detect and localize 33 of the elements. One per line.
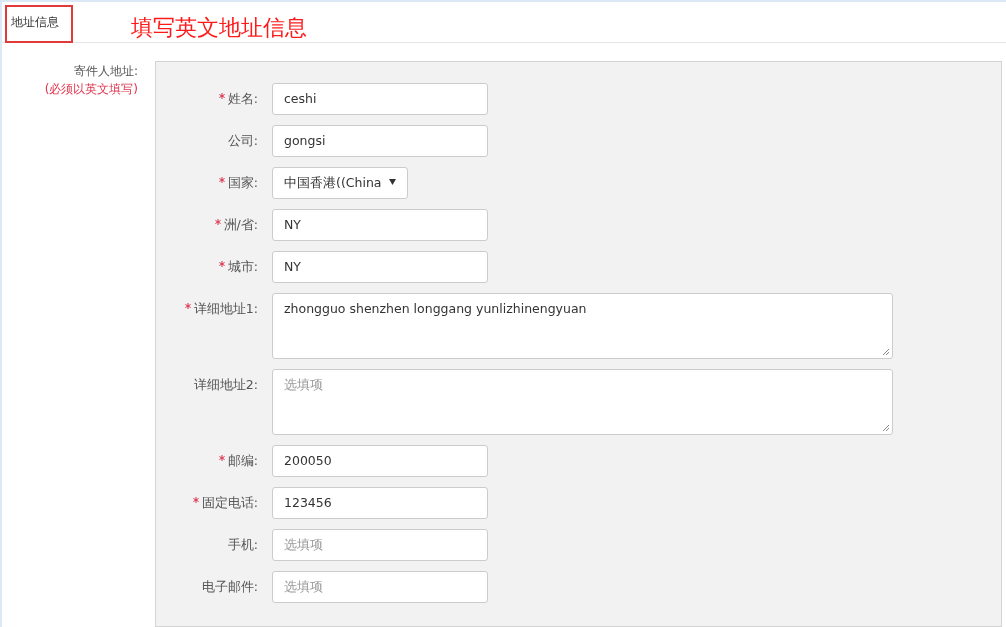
input-field[interactable]: 200050: [272, 445, 488, 477]
required-asterisk-icon: [218, 261, 225, 267]
field-label: 公司:: [226, 132, 258, 150]
required-asterisk-icon: [218, 93, 225, 99]
required-asterisk-icon: [192, 497, 199, 503]
textarea-field[interactable]: zhongguo shenzhen longgang yunlizhinengyuan: [272, 293, 893, 359]
field-label: 电子邮件:: [200, 578, 258, 596]
field-label: 洲/省:: [156, 209, 258, 234]
input-field[interactable]: NY: [272, 209, 488, 241]
field-label: 城市:: [156, 251, 258, 276]
field-label: 详细地址1:: [156, 293, 258, 318]
input-field[interactable]: NY: [272, 251, 488, 283]
english-note: (必须以英文填写): [44, 81, 138, 98]
required-asterisk-icon: [218, 177, 225, 183]
resize-handle-icon[interactable]: [882, 424, 890, 432]
field-label: 姓名:: [156, 83, 258, 108]
field-label: 国家:: [156, 167, 258, 192]
field-label: 详细地址2:: [192, 376, 258, 394]
country-select[interactable]: 中国香港((China: [272, 167, 409, 199]
required-asterisk-icon: [184, 303, 191, 309]
field-label: 固定电话:: [156, 487, 258, 512]
input-field[interactable]: 123456: [272, 487, 488, 519]
resize-handle-icon[interactable]: [882, 348, 890, 356]
required-asterisk-icon: [214, 219, 221, 225]
required-asterisk-icon: [218, 455, 225, 461]
field-label: 邮编:: [156, 445, 258, 470]
input-field[interactable]: ceshi: [272, 83, 488, 115]
dropdown-caret-icon: [389, 179, 397, 185]
field-label: 手机:: [226, 536, 258, 554]
section-title: 地址信息: [5, 5, 73, 43]
annotation-text: 填写英文地址信息: [131, 14, 307, 42]
input-field[interactable]: gongsi: [272, 125, 488, 157]
sender-address-label: 寄件人地址:: [73, 63, 138, 80]
